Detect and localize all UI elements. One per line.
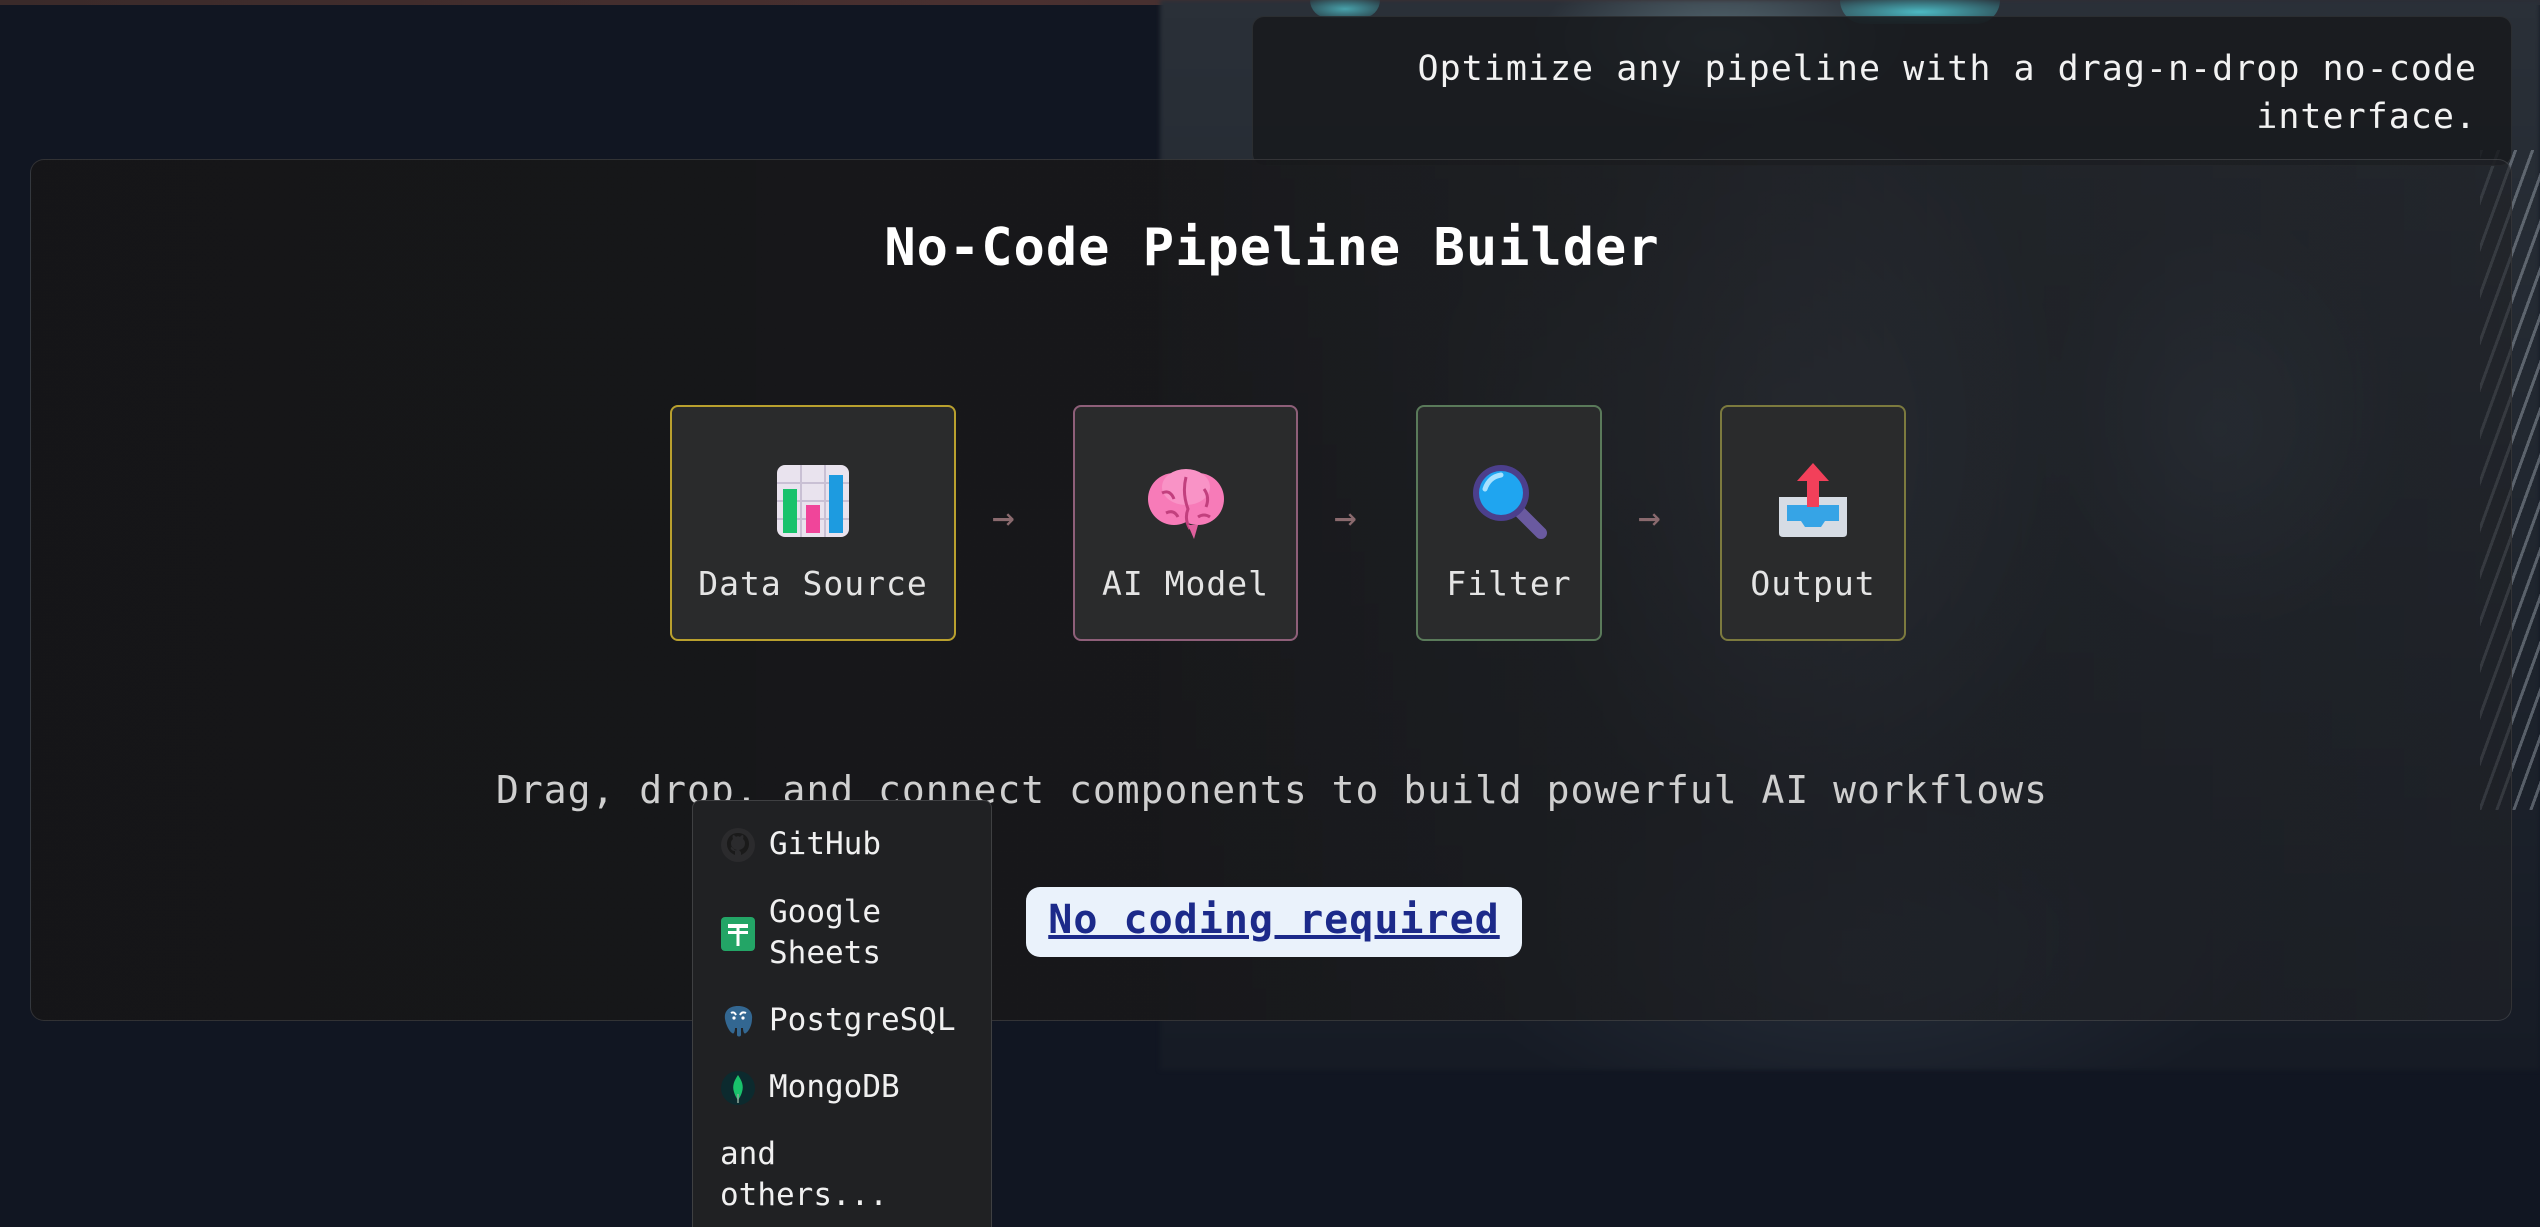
dropdown-item-label: Google Sheets	[769, 894, 881, 971]
dropdown-item-google-sheets[interactable]: Google Sheets	[720, 892, 980, 976]
dropdown-item-label: PostgreSQL	[769, 1002, 956, 1038]
magnifier-icon	[1473, 465, 1547, 539]
node-label: Output	[1750, 564, 1876, 603]
page: Optimize any pipeline with a drag-n-drop…	[0, 0, 2540, 1227]
pipeline-builder-panel: No-Code Pipeline Builder Data Source → A…	[30, 159, 2512, 1227]
data-source-dropdown: GitHub Google Sheets PostgreSQL MongoDB …	[692, 800, 992, 1227]
mongodb-icon	[721, 1071, 755, 1105]
node-output[interactable]: Output	[1720, 405, 1906, 641]
dropdown-item-label: MongoDB	[769, 1069, 900, 1105]
dropdown-more-text: and others...	[720, 1136, 888, 1213]
subtitle-text: Drag, drop, and connect components to bu…	[495, 768, 2049, 812]
dropdown-item-label: GitHub	[769, 826, 881, 862]
panel-title: No-Code Pipeline Builder	[884, 218, 1660, 278]
tagline-text: Optimize any pipeline with a drag-n-drop…	[1417, 49, 2477, 137]
github-icon	[721, 828, 755, 862]
bar-chart-icon	[777, 465, 849, 537]
arrow-icon: →	[992, 495, 1015, 539]
badge-link[interactable]: No coding required	[1048, 897, 1499, 943]
node-ai-model[interactable]: AI Model	[1073, 405, 1298, 641]
tagline-card: Optimize any pipeline with a drag-n-drop…	[1252, 16, 2512, 166]
node-filter[interactable]: Filter	[1416, 405, 1602, 641]
outbox-tray-icon	[1779, 463, 1847, 537]
brain-icon	[1147, 469, 1224, 539]
node-label: Filter	[1446, 564, 1572, 603]
node-data-source[interactable]: Data Source	[670, 405, 956, 641]
google-sheets-icon	[721, 917, 755, 951]
no-coding-badge[interactable]: No coding required	[1026, 887, 1522, 957]
arrow-icon: →	[1334, 495, 1357, 539]
node-label: Data Source	[698, 564, 928, 603]
postgresql-icon	[724, 1006, 753, 1037]
arrow-icon: →	[1638, 495, 1661, 539]
node-label: AI Model	[1102, 564, 1269, 603]
